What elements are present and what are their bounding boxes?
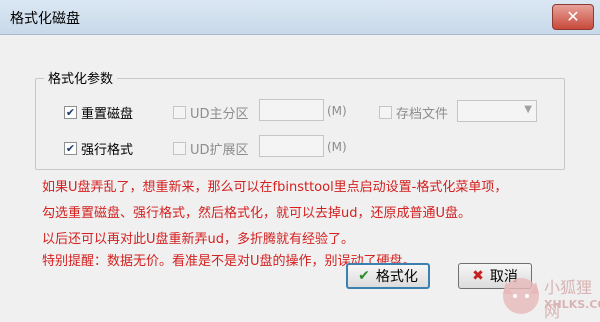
watermark-site: XHLKS.COM — [544, 298, 600, 311]
ud-extended-check-box — [173, 142, 186, 155]
ud-extended-checkbox[interactable]: UD扩展区 — [173, 139, 249, 158]
fox-logo-icon — [503, 278, 539, 314]
check-icon: ✔ — [358, 268, 370, 284]
format-button-label: 格式化 — [375, 269, 418, 285]
ud-extended-unit: (M) — [327, 140, 347, 154]
watermark-logo: 小狐狸网 XHLKS.COM — [500, 272, 600, 321]
ud-extended-label: UD扩展区 — [190, 143, 249, 158]
force-format-label: 强行格式 — [81, 143, 134, 158]
close-button[interactable]: ✕ — [552, 4, 594, 30]
group-title: 格式化参数 — [44, 68, 118, 87]
ud-primary-unit: (M) — [327, 104, 347, 118]
note-line-2: 勾选重置磁盘、强行格式，然后格式化，就可以去掉ud，还原成普通U盘。 — [42, 206, 472, 221]
reset-disk-checkbox[interactable]: ✔ 重置磁盘 — [64, 103, 133, 122]
ud-primary-check-box — [173, 106, 186, 119]
archive-file-select[interactable]: ▼ — [457, 100, 537, 122]
ud-extended-size-input[interactable] — [259, 135, 324, 157]
archive-file-label: 存档文件 — [396, 107, 449, 122]
ud-primary-checkbox[interactable]: UD主分区 — [173, 103, 249, 122]
force-format-check-icon: ✔ — [64, 142, 77, 155]
ud-primary-label: UD主分区 — [190, 107, 249, 122]
archive-file-checkbox[interactable]: 存档文件 — [379, 103, 448, 122]
force-format-checkbox[interactable]: ✔ 强行格式 — [64, 139, 133, 158]
reset-disk-check-icon: ✔ — [64, 106, 77, 119]
note-line-1: 如果U盘弄乱了，想重新来，那么可以在fbinsttool里点启动设置-格式化菜单… — [42, 180, 508, 195]
chevron-down-icon: ▼ — [524, 104, 532, 115]
x-icon: ✖ — [472, 268, 484, 284]
format-button[interactable]: ✔ 格式化 — [346, 263, 430, 289]
archive-file-check-box — [379, 106, 392, 119]
note-line-3: 以后还可以再对此U盘重新弄ud，多折腾就有经验了。 — [42, 232, 355, 247]
ud-primary-size-input[interactable] — [259, 99, 324, 121]
reset-disk-label: 重置磁盘 — [81, 107, 134, 122]
close-icon: ✕ — [566, 7, 580, 26]
title-bar: 格式化磁盘 ✕ — [0, 0, 600, 35]
window-title: 格式化磁盘 — [10, 11, 80, 27]
